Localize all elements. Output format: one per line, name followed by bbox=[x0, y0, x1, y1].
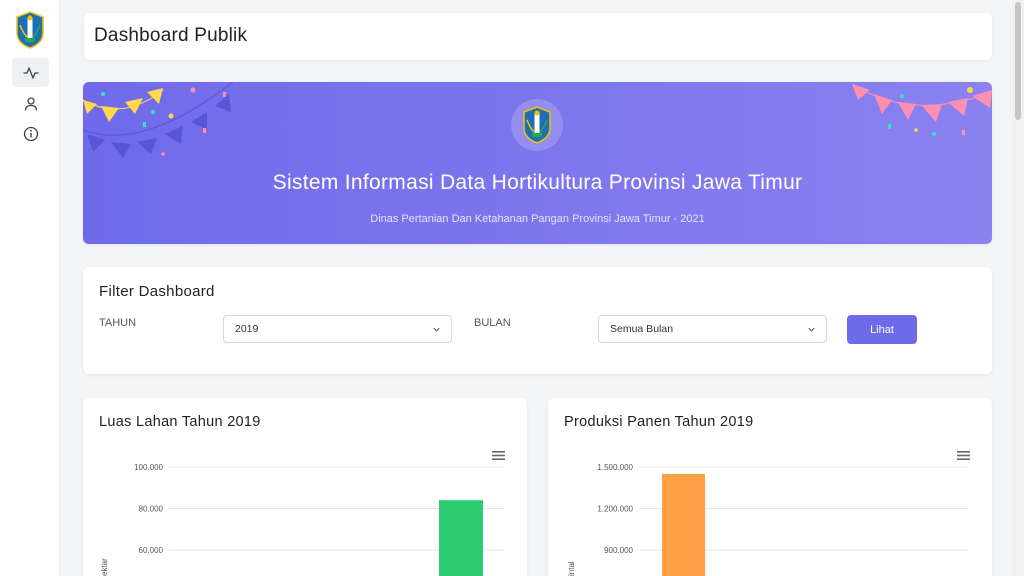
filter-title: Filter Dashboard bbox=[99, 283, 215, 300]
y-tick-label: 1.500.000 bbox=[597, 463, 633, 472]
header-card: Dashboard Publik bbox=[84, 13, 992, 60]
sidebar-item-dashboard[interactable] bbox=[12, 58, 49, 87]
banner-subtitle: Dinas Pertanian Dan Ketahanan Pangan Pro… bbox=[370, 213, 705, 225]
y-tick-label: 1.200.000 bbox=[597, 505, 633, 514]
banner-title: Sistem Informasi Data Hortikultura Provi… bbox=[272, 171, 803, 194]
chevron-down-icon bbox=[433, 327, 440, 332]
sidebar bbox=[0, 0, 60, 576]
chart-plot: 100.000 80.000 60.000 ektar bbox=[100, 463, 504, 576]
bunting-decoration-left bbox=[83, 82, 234, 158]
hero-banner: Sistem Informasi Data Hortikultura Provi… bbox=[83, 82, 992, 244]
user-icon bbox=[24, 96, 37, 111]
bulan-select-value: Semua Bulan bbox=[610, 323, 674, 335]
sidebar-item-user[interactable] bbox=[12, 89, 49, 118]
y-tick-label: 60.000 bbox=[139, 546, 164, 555]
province-logo[interactable] bbox=[15, 11, 45, 49]
y-axis-title: intal bbox=[567, 561, 576, 576]
chart-plot: 1.500.000 1.200.000 900.000 intal bbox=[567, 463, 968, 576]
page-title: Dashboard Publik bbox=[94, 25, 248, 46]
chart-card-produksi-panen: Produksi Panen Tahun 2019 1.500.000 1.200… bbox=[548, 398, 992, 576]
chevron-down-icon bbox=[808, 327, 815, 332]
chart-card-luas-lahan: Luas Lahan Tahun 2019 100.000 80.000 60.00… bbox=[83, 398, 527, 576]
y-tick-label: 900.000 bbox=[604, 546, 633, 555]
lihat-button[interactable]: Lihat bbox=[847, 315, 917, 344]
info-icon bbox=[23, 126, 38, 141]
y-tick-label: 100.000 bbox=[134, 463, 163, 472]
y-axis-title: ektar bbox=[100, 558, 109, 576]
bar[interactable] bbox=[662, 473, 705, 576]
province-emblem bbox=[523, 106, 551, 144]
tahun-label: TAHUN bbox=[99, 317, 137, 329]
activity-icon bbox=[22, 66, 39, 79]
bulan-select[interactable]: Semua Bulan bbox=[598, 315, 827, 343]
tahun-select[interactable]: 2019 bbox=[223, 315, 452, 343]
bar[interactable] bbox=[439, 500, 483, 576]
banner-logo bbox=[511, 99, 563, 151]
page-scrollbar[interactable] bbox=[1012, 0, 1024, 576]
filter-card: Filter Dashboard TAHUN 2019 BULAN Semua … bbox=[83, 267, 992, 374]
main-content: Dashboard Publik Sistem Informasi Data H… bbox=[61, 0, 1010, 576]
y-tick-label: 80.000 bbox=[139, 505, 164, 514]
bunting-decoration-right bbox=[852, 83, 992, 136]
sidebar-item-info[interactable] bbox=[12, 119, 49, 148]
tahun-select-value: 2019 bbox=[235, 323, 259, 335]
bulan-label: BULAN bbox=[474, 317, 511, 329]
scrollbar-thumb[interactable] bbox=[1015, 2, 1021, 120]
